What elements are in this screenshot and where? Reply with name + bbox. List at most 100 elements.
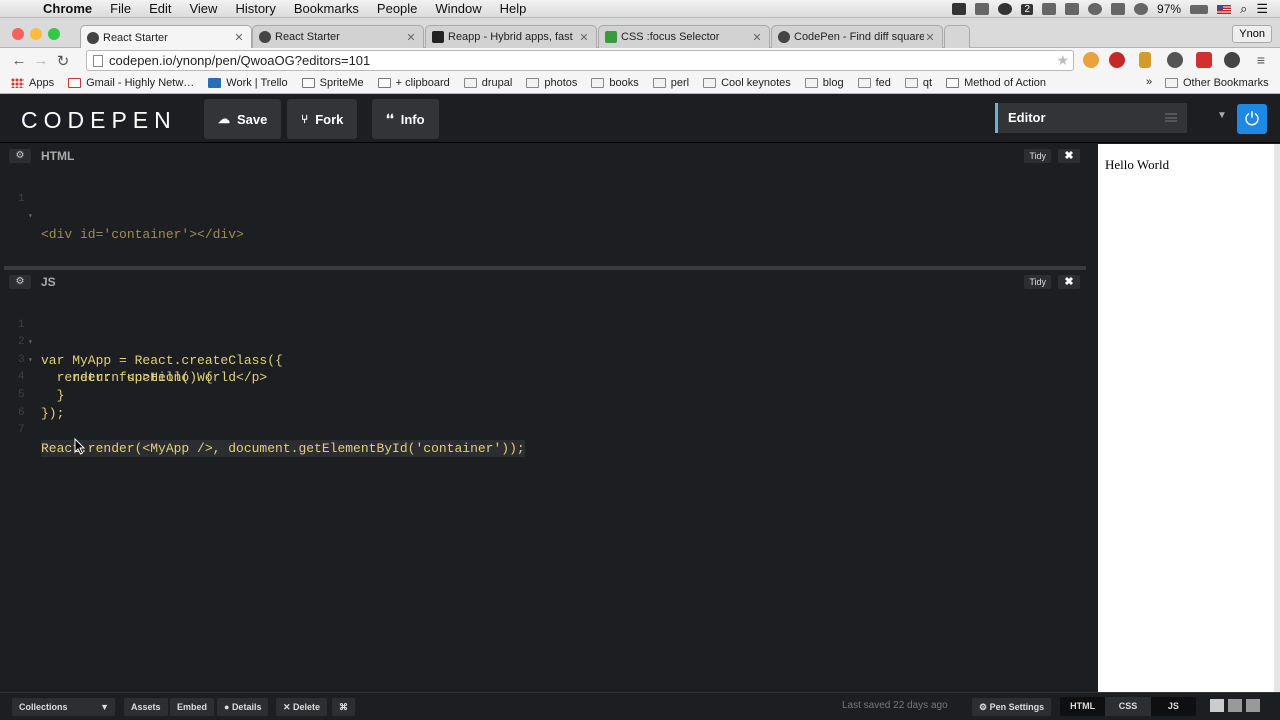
menu-bookmarks[interactable]: Bookmarks: [285, 1, 368, 16]
menu-help[interactable]: Help: [491, 1, 536, 16]
codepen-logo[interactable]: CODEPEN: [21, 107, 177, 134]
bookmark-photos[interactable]: photos: [526, 77, 577, 89]
tab-css-focus[interactable]: CSS :focus Selector ✕: [598, 25, 770, 48]
red-extension-icon[interactable]: [1196, 52, 1212, 68]
mode-html[interactable]: HTML: [1060, 697, 1105, 716]
menu-window[interactable]: Window: [426, 1, 490, 16]
menu-file[interactable]: File: [101, 1, 140, 16]
bookmark-perl[interactable]: perl: [652, 77, 689, 89]
close-tab-icon[interactable]: ✕: [751, 31, 763, 44]
collections-label: Collections: [19, 702, 68, 712]
menu-edit[interactable]: Edit: [140, 1, 180, 16]
bookmark-fed[interactable]: fed: [857, 77, 891, 89]
close-tab-icon[interactable]: ✕: [405, 31, 417, 44]
bookmark-spriteme[interactable]: SpriteMe: [301, 77, 364, 89]
js-tidy-button[interactable]: Tidy: [1024, 275, 1051, 289]
html-close-button[interactable]: ✖: [1058, 149, 1080, 163]
bookmark-extension-icon[interactable]: [1139, 52, 1151, 68]
tab-reapp[interactable]: Reapp - Hybrid apps, fast ✕: [425, 25, 597, 48]
delete-button[interactable]: ✕ Delete: [276, 698, 328, 716]
embed-button[interactable]: Embed: [170, 698, 215, 716]
bookmark-books[interactable]: books: [591, 77, 639, 89]
js-settings-gear-icon[interactable]: ⚙: [9, 275, 31, 289]
view-mode-switcher[interactable]: Editor: [995, 103, 1187, 133]
cookie-extension-icon[interactable]: [1083, 52, 1099, 68]
minimize-window-button[interactable]: [30, 28, 42, 40]
sync-extension-icon[interactable]: [1167, 52, 1183, 68]
screen-icon[interactable]: [1042, 3, 1057, 15]
evernote-icon[interactable]: [952, 3, 967, 15]
spotlight-icon[interactable]: ⌕: [1240, 1, 1247, 17]
us-flag-icon[interactable]: [1217, 4, 1232, 14]
html-tidy-button[interactable]: Tidy: [1024, 149, 1051, 163]
editor-mode-toggle: HTML CSS JS: [1060, 697, 1196, 716]
save-button[interactable]: ☁ Save: [204, 99, 282, 139]
preview-resize-handle[interactable]: [1086, 144, 1098, 692]
menu-view[interactable]: View: [180, 1, 226, 16]
assets-button[interactable]: Assets: [124, 698, 168, 716]
tab-codepen-find-diff[interactable]: CodePen - Find diff square ✕: [771, 25, 943, 48]
info-button[interactable]: ❛❛ Info: [372, 99, 439, 139]
zoom-window-button[interactable]: [48, 28, 60, 40]
bookmark-qt[interactable]: qt: [904, 77, 932, 89]
bookmark-apps[interactable]: Apps: [11, 77, 54, 89]
menu-people[interactable]: People: [368, 1, 426, 16]
pen-settings-button[interactable]: ⚙ Pen Settings: [972, 698, 1052, 716]
details-button[interactable]: ● Details: [217, 698, 269, 716]
bookmark-clipboard[interactable]: + clipboard: [377, 77, 450, 89]
bookmark-cool-keynotes[interactable]: Cool keynotes: [703, 77, 791, 89]
volume-icon[interactable]: [1111, 3, 1126, 15]
close-tab-icon[interactable]: ✕: [924, 31, 936, 44]
battery-icon[interactable]: [1190, 4, 1209, 14]
layout-right-icon[interactable]: [1246, 699, 1260, 712]
mode-css[interactable]: CSS: [1105, 697, 1151, 716]
close-tab-icon[interactable]: ✕: [233, 31, 245, 44]
user-dropdown-arrow-icon[interactable]: ▼: [1217, 110, 1227, 121]
bookmarks-overflow-chevron[interactable]: »: [1146, 76, 1152, 88]
layout-left-icon[interactable]: [1210, 699, 1224, 712]
tab-react-starter-1[interactable]: React Starter ✕: [80, 25, 252, 49]
layout-top-icon[interactable]: [1228, 699, 1242, 712]
close-tab-icon[interactable]: ✕: [578, 31, 590, 44]
settings-extension-icon[interactable]: [1224, 52, 1240, 68]
profile-button[interactable]: Ynon: [1232, 25, 1272, 43]
close-window-button[interactable]: [12, 28, 24, 40]
new-tab-button[interactable]: [944, 25, 970, 48]
chrome-menu-icon[interactable]: ≡: [1253, 52, 1269, 68]
back-arrow-icon[interactable]: ←: [8, 52, 30, 69]
box-icon[interactable]: [1065, 3, 1080, 15]
fork-button[interactable]: ⑂ Fork: [287, 99, 358, 139]
battery-percent[interactable]: 97%: [1157, 2, 1181, 16]
code-line: 7 React.render(<MyApp />, document.getEl…: [4, 405, 1086, 458]
js-close-button[interactable]: ✖: [1058, 275, 1080, 289]
notification-badge[interactable]: 2: [1021, 3, 1034, 15]
address-bar[interactable]: codepen.io/ynonp/pen/QwoaOG?editors=101 …: [86, 50, 1074, 71]
html-settings-gear-icon[interactable]: ⚙: [9, 149, 31, 163]
bookmark-method-of-action[interactable]: Method of Action: [946, 77, 1046, 89]
reload-icon[interactable]: ↻: [52, 52, 74, 70]
other-bookmarks[interactable]: Other Bookmarks: [1165, 77, 1269, 89]
bookmark-gmail[interactable]: Gmail - Highly Netw…: [68, 77, 194, 89]
wifi-icon[interactable]: [1134, 3, 1149, 15]
bookmark-drupal[interactable]: drupal: [463, 77, 512, 89]
time-machine-icon[interactable]: [1088, 3, 1103, 15]
cursor-icon[interactable]: [975, 3, 990, 15]
keyboard-shortcuts-button[interactable]: ⌘: [332, 698, 355, 716]
notification-center-icon[interactable]: ☰: [1256, 1, 1268, 17]
bookmark-trello[interactable]: Work | Trello: [208, 77, 288, 89]
power-icon[interactable]: ⏻: [1237, 104, 1267, 134]
mode-js[interactable]: JS: [1151, 697, 1196, 716]
menu-history[interactable]: History: [226, 1, 284, 16]
forward-arrow-icon[interactable]: →: [30, 52, 52, 69]
preview-scrollbar[interactable]: [1274, 144, 1280, 692]
adblock-extension-icon[interactable]: [1109, 52, 1125, 68]
html-code-editor[interactable]: 1 ▾ <div id='container'></div>: [4, 173, 1086, 242]
tab-react-starter-2[interactable]: React Starter ✕: [252, 25, 424, 48]
bookmark-blog[interactable]: blog: [804, 77, 844, 89]
cloud-icon[interactable]: [998, 3, 1013, 15]
collections-dropdown[interactable]: Collections ▼: [12, 698, 115, 716]
menu-app-name[interactable]: Chrome: [34, 1, 101, 16]
js-code-editor[interactable]: 1 ▾ var MyApp = React.createClass({ 2 ▾ …: [4, 299, 1086, 458]
fold-arrow-icon[interactable]: ▾: [28, 208, 33, 226]
bookmark-star-icon[interactable]: ★: [1056, 51, 1069, 70]
